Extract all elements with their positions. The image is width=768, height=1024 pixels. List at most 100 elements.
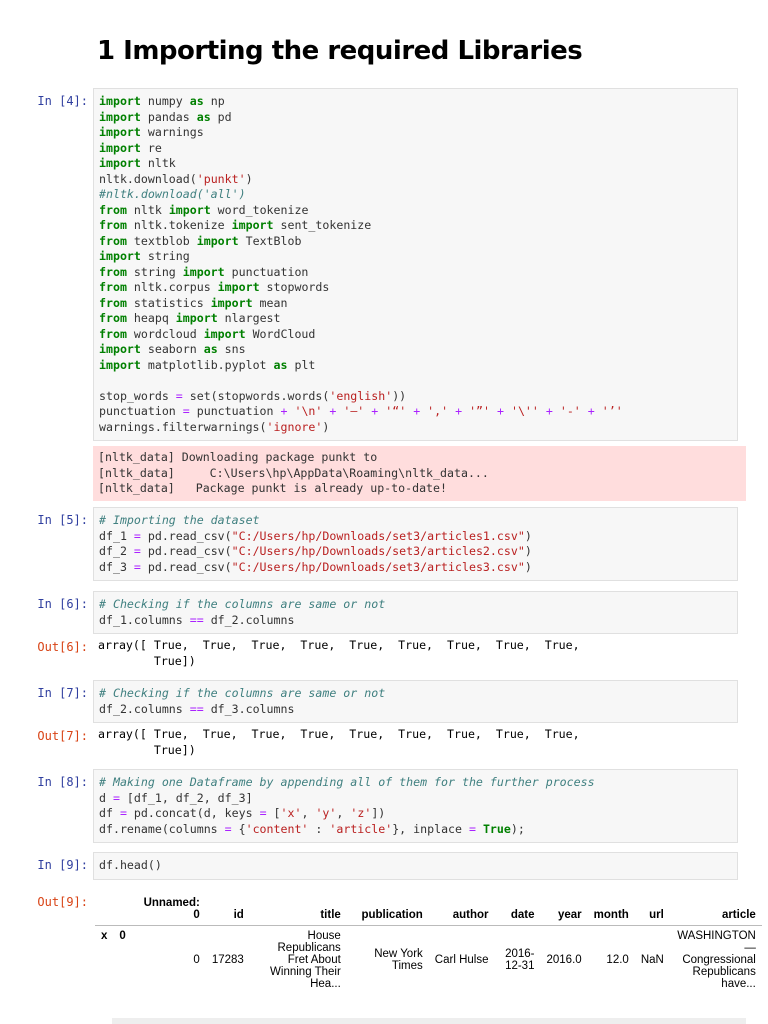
code-token: # Checking if the columns are same or no… [99, 597, 386, 611]
code-line: # Checking if the columns are same or no… [99, 597, 732, 613]
code-line: # Making one Dataframe by appending all … [99, 775, 732, 791]
code-cell[interactable]: # Importing the dataset df_1 = pd.read_cs… [93, 507, 738, 581]
column-header: Unnamed: 0 [131, 893, 206, 926]
code-token: "C:/Users/hp/Downloads/set3/articles2.cs… [231, 544, 525, 558]
code-token: # Importing the dataset [99, 513, 260, 527]
code-token: }, inplace [392, 821, 469, 836]
output-text: array([ True, True, True, True, True, Tr… [98, 638, 580, 668]
code-token: = [182, 404, 190, 418]
code-token: ',' [427, 404, 449, 418]
code-token: = [259, 806, 267, 820]
code-line: df = pd.concat(d, keys = ['x', 'y', 'z']… [99, 806, 732, 822]
code-token: 'content' [245, 821, 309, 836]
code-token: numpy [140, 94, 190, 108]
code-token: d [99, 790, 113, 805]
code-token: nltk [126, 202, 169, 217]
code-token: as [189, 94, 204, 108]
code-line: from nltk.corpus import stopwords [99, 280, 732, 296]
code-token: = [133, 528, 141, 543]
column-header [113, 893, 132, 926]
code-token: warnings [140, 125, 204, 139]
input-prompt: In [7]: [37, 686, 88, 700]
table-cell: WASHINGTON — Congressional Republicans h… [677, 930, 756, 990]
input-prompt: In [8]: [37, 775, 88, 789]
code-token: pd.read_csv( [140, 559, 232, 574]
code-token: 'english' [329, 388, 393, 403]
code-cell[interactable]: # Making one Dataframe by appending all … [93, 769, 738, 843]
code-token: heapq [126, 311, 176, 325]
code-line: df_3 = pd.read_csv("C:/Users/hp/Download… [99, 560, 732, 576]
code-token: True [482, 821, 511, 836]
code-token: == [189, 612, 204, 627]
code-token: , [301, 806, 316, 820]
code-line: # Checking if the columns are same or no… [99, 686, 732, 702]
code-token: #nltk.download('all') [99, 187, 246, 201]
code-token: nlargest [217, 311, 281, 325]
code-token: '“' [385, 404, 407, 418]
table-row: x 0 0 17283 House Republicans Fret About Win… [95, 926, 762, 995]
code-token: import [168, 202, 211, 217]
code-token: [ [266, 806, 281, 820]
output-prompt: Out[6]: [37, 640, 88, 654]
code-token: ) [245, 171, 253, 186]
code-token: # Making one Dataframe by appending all … [99, 775, 595, 789]
table-cell: NaN [640, 954, 664, 966]
column-header: author [428, 893, 495, 926]
code-line: d = [df_1, df_2, df_3] [99, 791, 732, 807]
code-token: ); [510, 821, 525, 836]
column-header [95, 893, 114, 926]
code-token: pd.read_csv( [140, 528, 232, 543]
code-token: from [99, 233, 127, 248]
code-line: import pandas as pd [99, 110, 732, 126]
code-line: import re [99, 141, 732, 157]
code-token: = [133, 544, 141, 558]
table-cell: New York Times [374, 948, 423, 972]
code-token: + [497, 404, 504, 418]
code-line: from nltk import word_tokenize [99, 203, 732, 219]
code-line: df_1 = pd.read_csv("C:/Users/hp/Download… [99, 529, 732, 545]
code-token: ) [524, 559, 532, 574]
code-token: WordCloud [245, 326, 316, 341]
code-token: nltk.corpus [126, 280, 218, 294]
code-line: df_2.columns == df_3.columns [99, 702, 732, 718]
code-token: [df_1, df_2, df_3] [119, 790, 253, 805]
code-token: from [99, 202, 127, 217]
code-token: import [99, 156, 141, 170]
code-cell[interactable]: # Checking if the columns are same or no… [93, 680, 738, 723]
table-cell: Carl Hulse [434, 954, 489, 966]
code-cell[interactable]: import numpy as np import pandas as pd imp… [93, 88, 738, 441]
dataframe-table: Unnamed: 0 id title publication author date ye… [95, 893, 762, 994]
table-cell: 0 [119, 930, 126, 942]
code-token: import [99, 140, 141, 155]
code-token: '”' [469, 404, 491, 418]
code-token: '—' [343, 404, 365, 418]
code-token: import [210, 295, 253, 310]
section-heading: 1 Importing the required Libraries [97, 36, 583, 66]
code-cell[interactable]: # Checking if the columns are same or no… [93, 591, 738, 634]
code-token: == [189, 701, 204, 716]
code-token: : [308, 821, 330, 836]
code-token: matplotlib.pyplot [140, 357, 274, 372]
code-token: 'x' [280, 806, 302, 820]
code-token: import [99, 94, 141, 108]
table-scroll-strip[interactable] [112, 1018, 746, 1024]
code-token: warnings.filterwarnings( [99, 419, 267, 434]
code-token: sns [217, 342, 246, 356]
code-token: df_1 [99, 528, 134, 543]
column-header: url [634, 893, 670, 926]
code-cell[interactable]: df.head() [93, 852, 738, 880]
code-line: stop_words = set(stopwords.words('englis… [99, 389, 732, 405]
code-token: + [587, 404, 595, 418]
code-token: string [126, 264, 183, 279]
code-token: + [545, 404, 553, 418]
code-token: textblob [126, 233, 197, 248]
code-line: df_2 = pd.read_csv("C:/Users/hp/Download… [99, 544, 732, 560]
code-token: from [99, 326, 127, 341]
code-token: df_2 [99, 544, 134, 558]
code-token: string [140, 249, 190, 263]
stderr-line: [nltk_data] Package punkt is already up-… [98, 481, 448, 495]
code-token: punctuation [224, 264, 309, 279]
